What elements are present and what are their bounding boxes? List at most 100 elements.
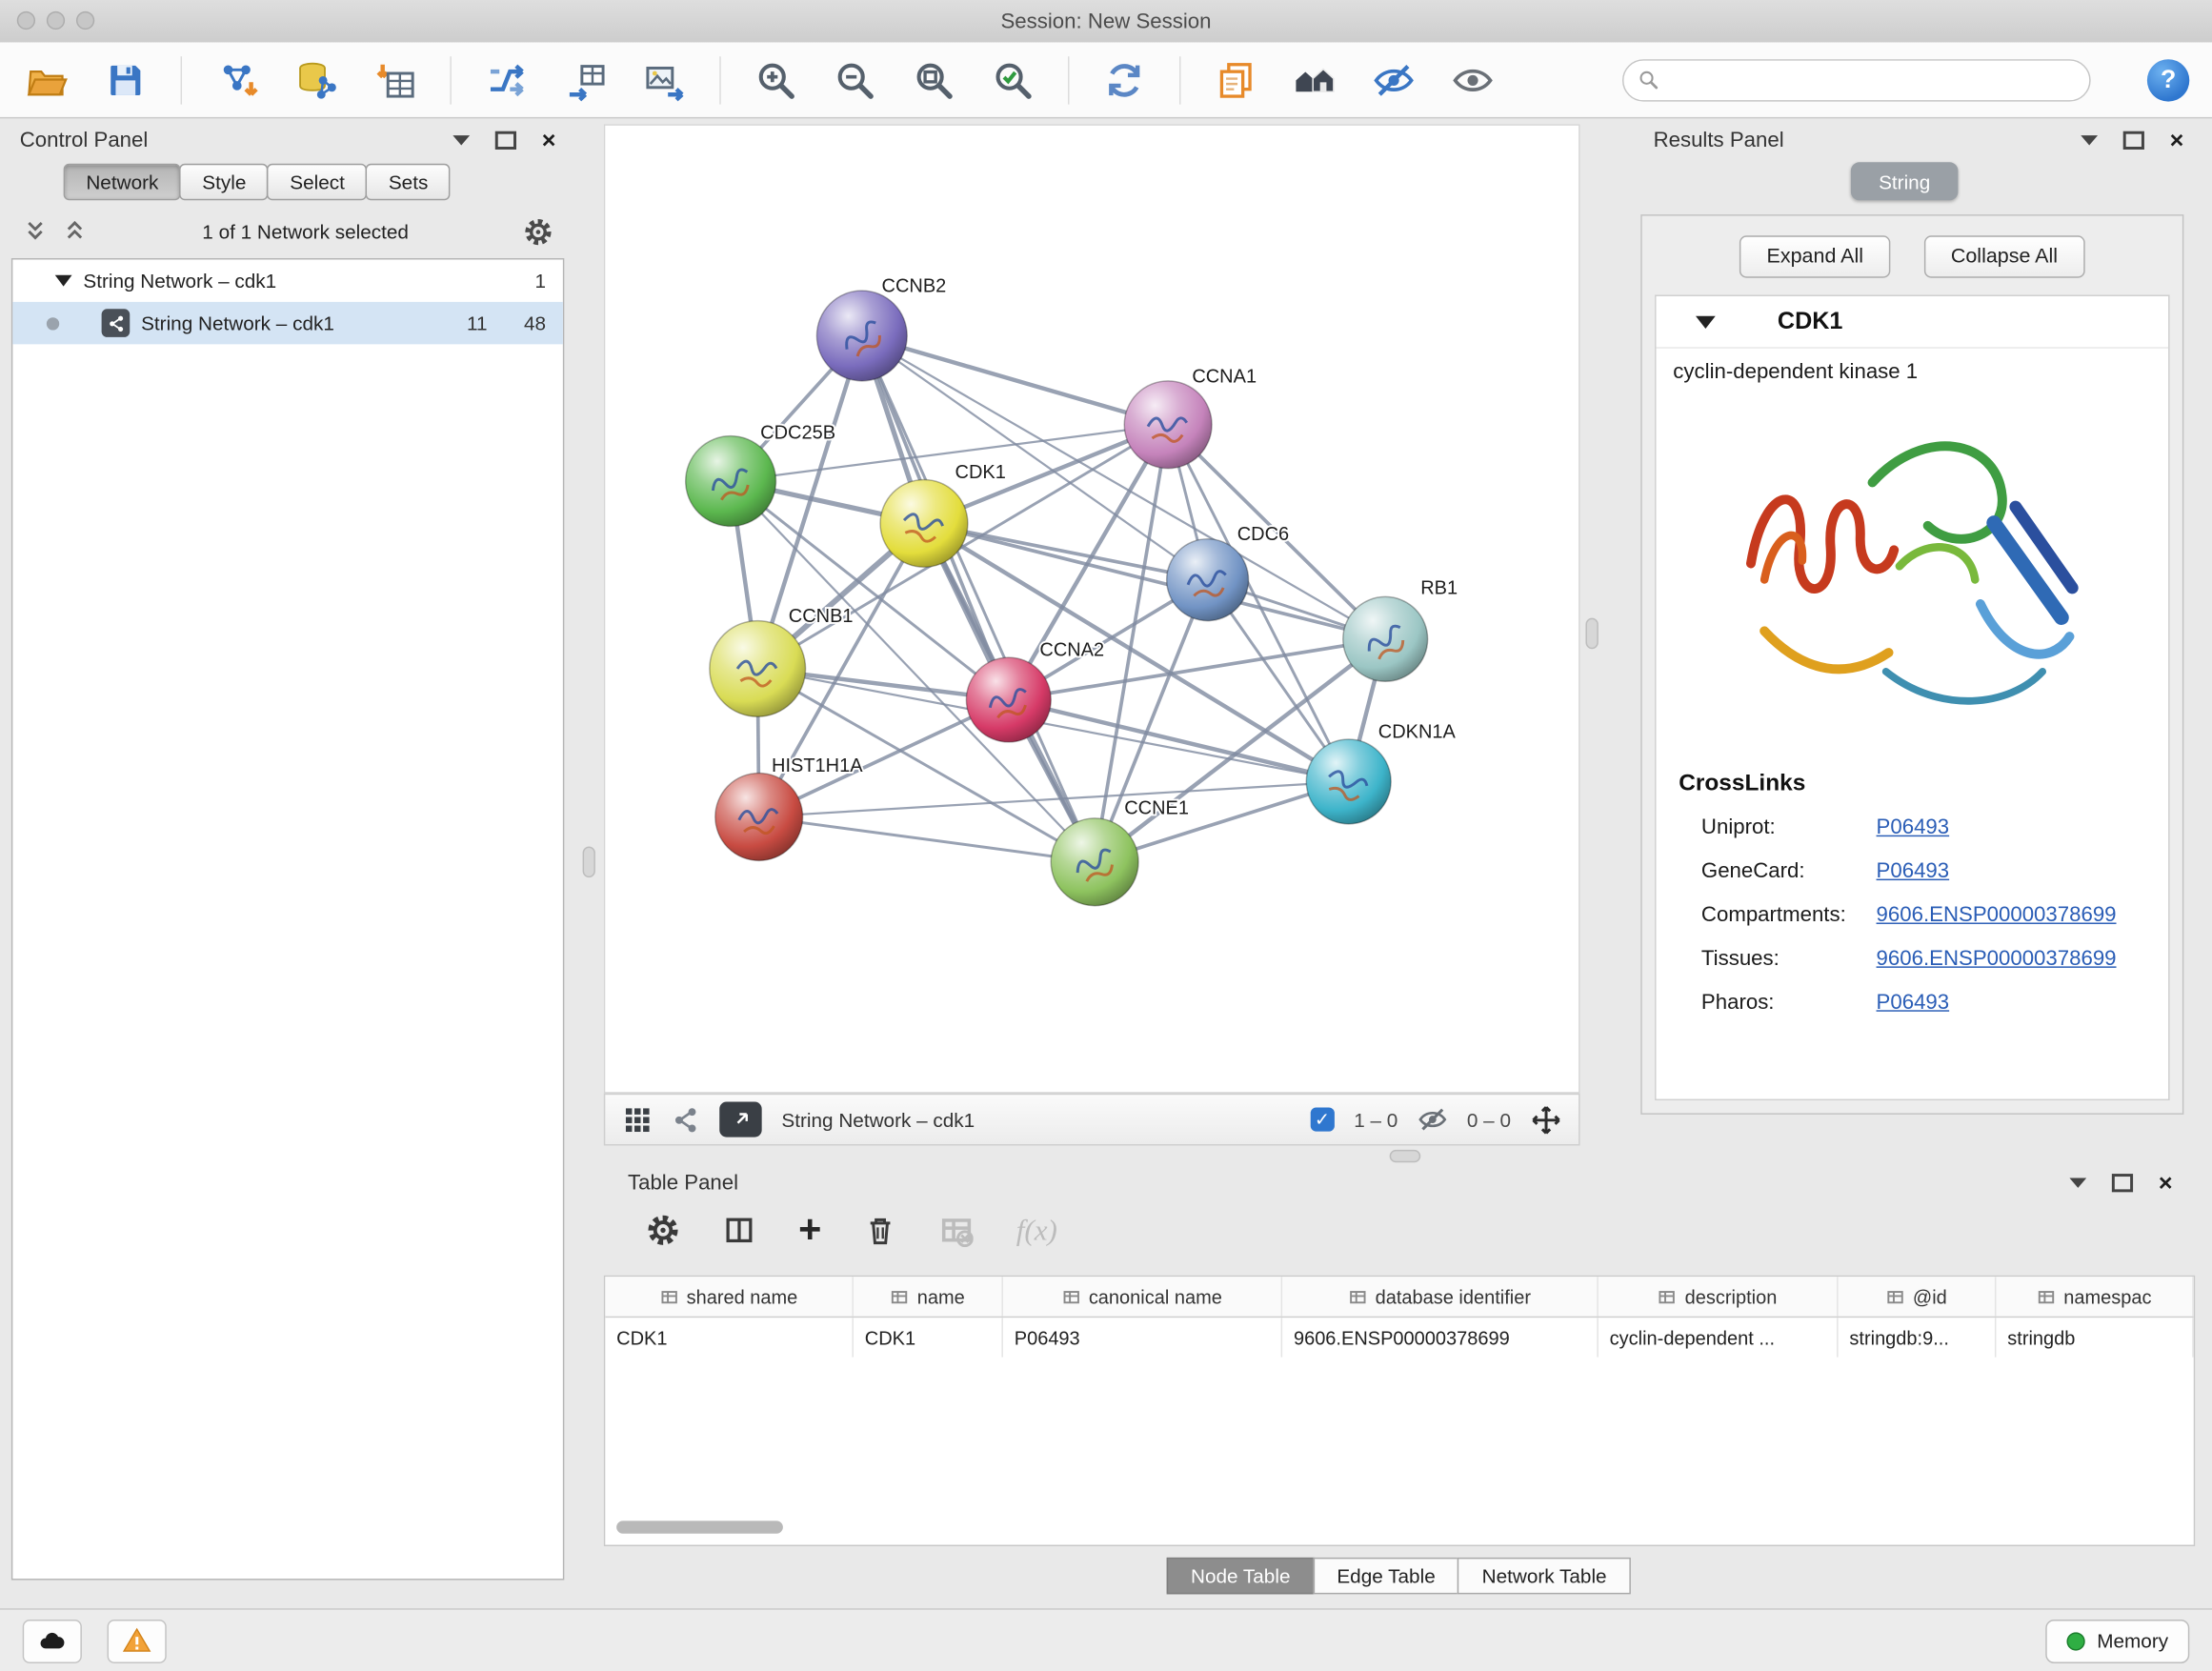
table-horizontal-scrollbar[interactable] — [616, 1520, 783, 1533]
network-node-cdkn1a[interactable] — [1306, 739, 1391, 824]
search-box[interactable] — [1622, 58, 2091, 100]
minimize-window-button[interactable] — [47, 11, 65, 30]
maximize-window-button[interactable] — [76, 11, 94, 30]
new-network-icon[interactable] — [482, 55, 530, 103]
clone-network-icon[interactable] — [561, 55, 609, 103]
string-results-box: Expand All Collapse All CDK1 cyclin-depe… — [1640, 214, 2183, 1115]
network-node-cdc6[interactable] — [1167, 539, 1249, 621]
import-table-icon[interactable] — [371, 55, 418, 103]
crosslink-link[interactable]: P06493 — [1877, 815, 1950, 839]
tree-expand-icon[interactable] — [55, 275, 72, 287]
collapse-all-button[interactable]: Collapse All — [1924, 235, 2084, 277]
network-edge[interactable] — [1009, 700, 1349, 782]
column-header[interactable]: name — [854, 1277, 1003, 1316]
selected-checkbox-icon[interactable]: ✓ — [1310, 1107, 1334, 1131]
open-session-icon[interactable] — [23, 55, 70, 103]
close-window-button[interactable] — [17, 11, 35, 30]
panel-close-icon[interactable]: × — [542, 128, 556, 151]
crosslink-link[interactable]: 9606.ENSP00000378699 — [1877, 903, 2117, 927]
warnings-button[interactable] — [108, 1619, 167, 1662]
tab-string[interactable]: String — [1851, 162, 1959, 200]
network-canvas[interactable]: CCNB2CCNA1CDC25BCDK1CDC6RB1CCNB1CCNA2CDK… — [605, 126, 1579, 1092]
toolbar-separator — [450, 55, 451, 103]
hide-selected-icon[interactable] — [1370, 55, 1418, 103]
add-column-icon[interactable]: + — [798, 1211, 821, 1250]
column-header[interactable]: canonical name — [1003, 1277, 1282, 1316]
tab-node-table[interactable]: Node Table — [1167, 1558, 1315, 1595]
string-network-icon[interactable] — [672, 1105, 700, 1134]
expand-all-button[interactable]: Expand All — [1739, 235, 1890, 277]
zoom-selected-icon[interactable] — [989, 55, 1036, 103]
right-splitter-handle[interactable] — [1585, 618, 1598, 650]
crosslink-link[interactable]: 9606.ENSP00000378699 — [1877, 947, 2117, 971]
network-node-ccnb1[interactable] — [710, 621, 806, 717]
refresh-icon[interactable] — [1100, 55, 1148, 103]
panel-float-icon[interactable] — [495, 131, 516, 149]
column-header[interactable]: database identifier — [1282, 1277, 1599, 1316]
network-edge[interactable] — [862, 335, 1168, 424]
collapse-entry-icon[interactable] — [1696, 315, 1716, 328]
network-node-cdc25b[interactable] — [686, 436, 776, 527]
zoom-in-icon[interactable] — [752, 55, 799, 103]
collapse-all-icon[interactable] — [23, 219, 49, 245]
arrow-out-icon — [730, 1109, 751, 1130]
network-collection-row[interactable]: String Network – cdk1 1 — [12, 259, 563, 301]
birdseye-view-icon[interactable] — [622, 1105, 652, 1135]
open-in-new-window-button[interactable] — [719, 1102, 761, 1137]
network-node-ccnb2[interactable] — [816, 291, 907, 381]
zoom-fit-icon[interactable] — [910, 55, 957, 103]
network-edge[interactable] — [924, 523, 1385, 638]
network-view[interactable]: CCNB2CCNA1CDC25BCDK1CDC6RB1CCNB1CCNA2CDK… — [604, 124, 1580, 1093]
import-network-database-icon[interactable] — [292, 55, 340, 103]
table-cell[interactable]: CDK1 — [854, 1318, 1003, 1357]
fit-content-move-icon[interactable] — [1531, 1104, 1562, 1136]
delete-column-icon[interactable] — [864, 1214, 898, 1248]
network-node-ccna1[interactable] — [1124, 381, 1212, 469]
export-image-icon[interactable] — [640, 55, 688, 103]
tab-network[interactable]: Network — [64, 164, 181, 201]
memory-button[interactable]: Memory — [2046, 1619, 2189, 1662]
tab-select[interactable]: Select — [268, 164, 368, 201]
bottom-splitter-handle[interactable] — [1390, 1150, 1421, 1162]
cloud-button[interactable] — [23, 1619, 82, 1662]
network-edge[interactable] — [759, 816, 1095, 861]
gear-icon[interactable] — [523, 216, 553, 246]
table-gear-icon[interactable] — [646, 1214, 680, 1248]
network-node-cdk1[interactable] — [880, 479, 968, 567]
tab-sets[interactable]: Sets — [366, 164, 451, 201]
protein-name: CDK1 — [1778, 308, 1843, 336]
table-cell[interactable]: CDK1 — [605, 1318, 854, 1357]
search-input[interactable] — [1667, 67, 2075, 92]
network-node-ccna2[interactable] — [966, 657, 1051, 742]
left-splitter-handle[interactable] — [583, 847, 595, 878]
copy-icon[interactable] — [1212, 55, 1259, 103]
table-cell[interactable]: 9606.ENSP00000378699 — [1282, 1318, 1599, 1357]
crosslink-link[interactable]: P06493 — [1877, 859, 1950, 883]
save-session-icon[interactable] — [102, 55, 150, 103]
show-columns-icon[interactable] — [722, 1214, 756, 1248]
tab-edge-table[interactable]: Edge Table — [1313, 1558, 1459, 1595]
network-node-ccne1[interactable] — [1051, 818, 1138, 906]
crosslink-link[interactable]: P06493 — [1877, 991, 1950, 1015]
network-row[interactable]: String Network – cdk1 11 48 — [12, 302, 563, 344]
tab-style[interactable]: Style — [180, 164, 269, 201]
expand-all-icon[interactable] — [62, 219, 88, 245]
column-header[interactable]: shared name — [605, 1277, 854, 1316]
help-icon[interactable]: ? — [2147, 58, 2189, 100]
import-network-file-icon[interactable] — [213, 55, 261, 103]
network-node-hist1h1a[interactable] — [715, 774, 803, 861]
network-node-rb1[interactable] — [1343, 596, 1428, 681]
hidden-eye-slash-icon[interactable] — [1418, 1105, 1447, 1135]
show-all-icon[interactable] — [1449, 55, 1497, 103]
title-bar: Session: New Session — [0, 0, 2212, 44]
panel-collapse-icon[interactable] — [2081, 134, 2098, 144]
network-overview-icon[interactable] — [1291, 55, 1338, 103]
panel-float-icon[interactable] — [2123, 131, 2144, 149]
tab-network-table[interactable]: Network Table — [1458, 1558, 1630, 1595]
zoom-out-icon[interactable] — [831, 55, 878, 103]
table-cell[interactable]: P06493 — [1003, 1318, 1282, 1357]
panel-close-icon[interactable]: × — [2170, 128, 2184, 151]
network-edge[interactable] — [862, 335, 1095, 861]
protein-card-header[interactable]: CDK1 — [1657, 296, 2169, 349]
panel-collapse-icon[interactable] — [452, 134, 470, 144]
